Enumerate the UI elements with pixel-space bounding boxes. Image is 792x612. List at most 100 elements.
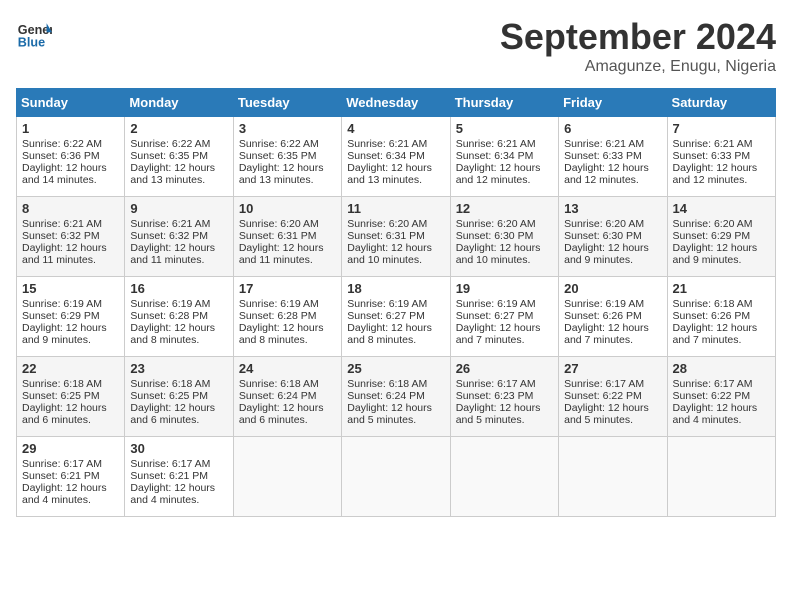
- day-info-line: Sunrise: 6:22 AM: [22, 138, 119, 150]
- day-info-line: and 5 minutes.: [347, 414, 444, 426]
- weekday-header: Tuesday: [233, 89, 341, 117]
- day-number: 16: [130, 281, 227, 296]
- day-info-line: and 11 minutes.: [239, 254, 336, 266]
- day-info-line: Daylight: 12 hours: [673, 402, 770, 414]
- day-info-line: Daylight: 12 hours: [347, 242, 444, 254]
- day-number: 19: [456, 281, 553, 296]
- day-info-line: Sunset: 6:24 PM: [347, 390, 444, 402]
- logo: General Blue: [16, 16, 52, 52]
- calendar-week-row: 29Sunrise: 6:17 AMSunset: 6:21 PMDayligh…: [17, 437, 776, 517]
- calendar-cell: 12Sunrise: 6:20 AMSunset: 6:30 PMDayligh…: [450, 197, 558, 277]
- day-info-line: and 10 minutes.: [347, 254, 444, 266]
- day-info-line: Sunset: 6:21 PM: [22, 470, 119, 482]
- calendar-cell: 1Sunrise: 6:22 AMSunset: 6:36 PMDaylight…: [17, 117, 125, 197]
- calendar-cell: 14Sunrise: 6:20 AMSunset: 6:29 PMDayligh…: [667, 197, 775, 277]
- day-info-line: Sunrise: 6:19 AM: [564, 298, 661, 310]
- day-number: 25: [347, 361, 444, 376]
- day-info-line: and 14 minutes.: [22, 174, 119, 186]
- day-info-line: Sunset: 6:34 PM: [456, 150, 553, 162]
- day-info-line: Sunrise: 6:18 AM: [22, 378, 119, 390]
- day-info-line: and 7 minutes.: [456, 334, 553, 346]
- calendar-cell: [233, 437, 341, 517]
- calendar-cell: 22Sunrise: 6:18 AMSunset: 6:25 PMDayligh…: [17, 357, 125, 437]
- day-info-line: Sunset: 6:27 PM: [347, 310, 444, 322]
- day-info-line: Daylight: 12 hours: [673, 242, 770, 254]
- day-info-line: Sunset: 6:21 PM: [130, 470, 227, 482]
- day-info-line: Sunset: 6:30 PM: [564, 230, 661, 242]
- day-info-line: Daylight: 12 hours: [22, 242, 119, 254]
- day-info-line: Sunrise: 6:20 AM: [347, 218, 444, 230]
- calendar-cell: 10Sunrise: 6:20 AMSunset: 6:31 PMDayligh…: [233, 197, 341, 277]
- day-info-line: Daylight: 12 hours: [456, 242, 553, 254]
- day-info-line: and 13 minutes.: [239, 174, 336, 186]
- day-number: 1: [22, 121, 119, 136]
- day-info-line: Sunrise: 6:21 AM: [347, 138, 444, 150]
- day-info-line: Sunrise: 6:17 AM: [130, 458, 227, 470]
- day-info-line: Daylight: 12 hours: [130, 162, 227, 174]
- day-info-line: Sunset: 6:32 PM: [130, 230, 227, 242]
- weekday-header: Sunday: [17, 89, 125, 117]
- day-info-line: Sunset: 6:22 PM: [564, 390, 661, 402]
- day-info-line: and 12 minutes.: [673, 174, 770, 186]
- day-info-line: Sunrise: 6:17 AM: [564, 378, 661, 390]
- day-number: 21: [673, 281, 770, 296]
- day-info-line: Sunset: 6:35 PM: [239, 150, 336, 162]
- weekday-header: Friday: [559, 89, 667, 117]
- day-info-line: Sunrise: 6:22 AM: [130, 138, 227, 150]
- day-info-line: Daylight: 12 hours: [456, 402, 553, 414]
- day-number: 14: [673, 201, 770, 216]
- day-info-line: Sunset: 6:36 PM: [22, 150, 119, 162]
- month-title: September 2024: [500, 16, 776, 58]
- day-number: 9: [130, 201, 227, 216]
- day-info-line: Daylight: 12 hours: [564, 402, 661, 414]
- day-info-line: Daylight: 12 hours: [130, 402, 227, 414]
- day-info-line: Sunset: 6:24 PM: [239, 390, 336, 402]
- day-info-line: Sunrise: 6:18 AM: [673, 298, 770, 310]
- day-number: 4: [347, 121, 444, 136]
- day-info-line: and 8 minutes.: [347, 334, 444, 346]
- calendar-cell: 18Sunrise: 6:19 AMSunset: 6:27 PMDayligh…: [342, 277, 450, 357]
- day-info-line: Sunrise: 6:17 AM: [673, 378, 770, 390]
- day-info-line: Daylight: 12 hours: [456, 162, 553, 174]
- day-info-line: Daylight: 12 hours: [239, 162, 336, 174]
- day-info-line: Daylight: 12 hours: [564, 322, 661, 334]
- calendar-cell: 26Sunrise: 6:17 AMSunset: 6:23 PMDayligh…: [450, 357, 558, 437]
- day-info-line: Sunrise: 6:19 AM: [130, 298, 227, 310]
- day-info-line: and 11 minutes.: [130, 254, 227, 266]
- day-info-line: Daylight: 12 hours: [239, 322, 336, 334]
- day-number: 23: [130, 361, 227, 376]
- day-info-line: Daylight: 12 hours: [130, 482, 227, 494]
- day-info-line: and 9 minutes.: [673, 254, 770, 266]
- day-info-line: and 11 minutes.: [22, 254, 119, 266]
- day-number: 29: [22, 441, 119, 456]
- day-info-line: and 5 minutes.: [564, 414, 661, 426]
- day-info-line: Sunset: 6:33 PM: [673, 150, 770, 162]
- day-info-line: and 4 minutes.: [22, 494, 119, 506]
- day-info-line: Daylight: 12 hours: [456, 322, 553, 334]
- day-number: 20: [564, 281, 661, 296]
- calendar-cell: 19Sunrise: 6:19 AMSunset: 6:27 PMDayligh…: [450, 277, 558, 357]
- day-number: 8: [22, 201, 119, 216]
- day-info-line: and 8 minutes.: [239, 334, 336, 346]
- day-info-line: Sunrise: 6:20 AM: [673, 218, 770, 230]
- logo-icon: General Blue: [16, 16, 52, 52]
- calendar-cell: 6Sunrise: 6:21 AMSunset: 6:33 PMDaylight…: [559, 117, 667, 197]
- calendar-cell: 16Sunrise: 6:19 AMSunset: 6:28 PMDayligh…: [125, 277, 233, 357]
- day-info-line: and 4 minutes.: [673, 414, 770, 426]
- day-info-line: Daylight: 12 hours: [239, 242, 336, 254]
- day-info-line: Sunrise: 6:20 AM: [564, 218, 661, 230]
- day-info-line: Daylight: 12 hours: [347, 322, 444, 334]
- day-info-line: and 6 minutes.: [130, 414, 227, 426]
- day-info-line: Daylight: 12 hours: [347, 402, 444, 414]
- day-number: 2: [130, 121, 227, 136]
- day-info-line: Sunrise: 6:22 AM: [239, 138, 336, 150]
- day-info-line: Sunset: 6:25 PM: [130, 390, 227, 402]
- day-number: 3: [239, 121, 336, 136]
- day-info-line: Daylight: 12 hours: [347, 162, 444, 174]
- day-info-line: Sunrise: 6:19 AM: [239, 298, 336, 310]
- calendar-cell: 24Sunrise: 6:18 AMSunset: 6:24 PMDayligh…: [233, 357, 341, 437]
- day-info-line: and 12 minutes.: [564, 174, 661, 186]
- calendar-cell: 5Sunrise: 6:21 AMSunset: 6:34 PMDaylight…: [450, 117, 558, 197]
- calendar-cell: 20Sunrise: 6:19 AMSunset: 6:26 PMDayligh…: [559, 277, 667, 357]
- day-info-line: Daylight: 12 hours: [22, 322, 119, 334]
